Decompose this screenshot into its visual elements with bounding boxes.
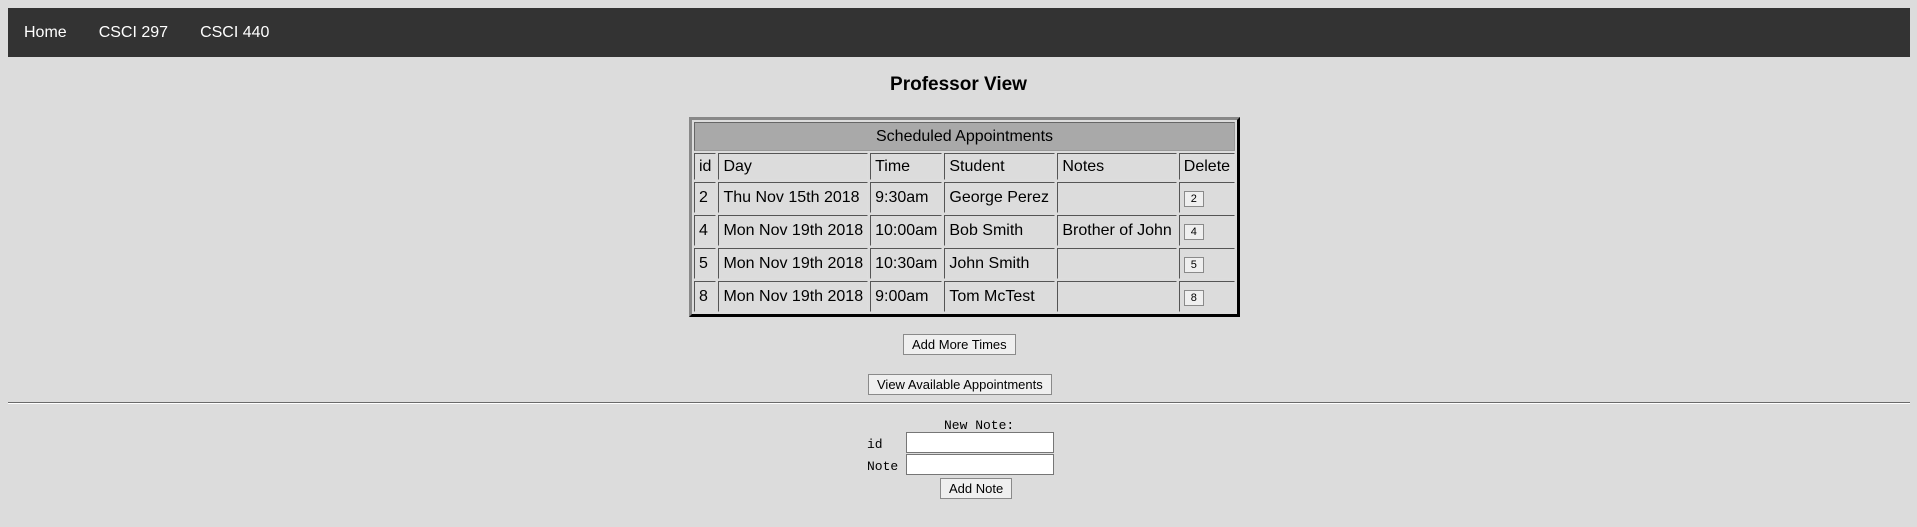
cell-time: 10:30am	[870, 248, 943, 279]
add-note-button[interactable]: Add Note	[940, 478, 1013, 499]
cell-time: 9:00am	[870, 281, 943, 312]
delete-button[interactable]: 4	[1183, 223, 1204, 240]
cell-id: 2	[694, 182, 717, 213]
add-more-times-button[interactable]: Add More Times	[903, 334, 1016, 355]
cell-student: John Smith	[944, 248, 1056, 279]
header-student: Student	[944, 153, 1056, 180]
table-caption: Scheduled Appointments	[694, 122, 1236, 151]
header-delete: Delete	[1178, 153, 1236, 180]
table-row: 4 Mon Nov 19th 2018 10:00am Bob Smith Br…	[694, 215, 1236, 246]
top-navbar: Home CSCI 297 CSCI 440	[8, 8, 1910, 57]
note-id-input[interactable]	[906, 432, 1054, 453]
table-row: 2 Thu Nov 15th 2018 9:30am George Perez …	[694, 182, 1236, 213]
cell-delete: 4	[1178, 215, 1236, 246]
cell-time: 10:00am	[870, 215, 943, 246]
cell-notes: Brother of John	[1057, 215, 1177, 246]
cell-id: 5	[694, 248, 717, 279]
cell-student: Tom McTest	[944, 281, 1056, 312]
cell-delete: 5	[1178, 248, 1236, 279]
view-available-appointments-button[interactable]: View Available Appointments	[868, 374, 1052, 395]
nav-csci-297-link[interactable]: CSCI 297	[83, 8, 184, 57]
cell-day: Mon Nov 19th 2018	[718, 281, 869, 312]
note-text-input[interactable]	[906, 454, 1054, 475]
header-notes: Notes	[1057, 153, 1177, 180]
cell-delete: 2	[1178, 182, 1236, 213]
table-row: 5 Mon Nov 19th 2018 10:30am John Smith 5	[694, 248, 1236, 279]
note-label: Note	[867, 459, 899, 474]
cell-day: Thu Nov 15th 2018	[718, 182, 869, 213]
header-time: Time	[870, 153, 943, 180]
id-label: id	[867, 437, 883, 452]
header-id: id	[694, 153, 717, 180]
delete-button[interactable]: 8	[1183, 289, 1204, 306]
nav-home-link[interactable]: Home	[8, 8, 83, 57]
appointments-table: Scheduled Appointments id Day Time Stude…	[689, 117, 1241, 317]
table-header-row: id Day Time Student Notes Delete	[694, 153, 1236, 180]
divider	[8, 402, 1910, 404]
delete-button[interactable]: 2	[1183, 190, 1204, 207]
header-day: Day	[718, 153, 869, 180]
cell-notes	[1057, 281, 1177, 312]
cell-time: 9:30am	[870, 182, 943, 213]
new-note-title: New Note:	[944, 418, 1015, 433]
cell-delete: 8	[1178, 281, 1236, 312]
cell-day: Mon Nov 19th 2018	[718, 215, 869, 246]
cell-student: George Perez	[944, 182, 1056, 213]
cell-id: 8	[694, 281, 717, 312]
nav-csci-440-link[interactable]: CSCI 440	[184, 8, 285, 57]
cell-notes	[1057, 182, 1177, 213]
delete-button[interactable]: 5	[1183, 256, 1204, 273]
cell-notes	[1057, 248, 1177, 279]
cell-id: 4	[694, 215, 717, 246]
cell-day: Mon Nov 19th 2018	[718, 248, 869, 279]
page-title: Professor View	[890, 74, 1027, 95]
cell-student: Bob Smith	[944, 215, 1056, 246]
table-row: 8 Mon Nov 19th 2018 9:00am Tom McTest 8	[694, 281, 1236, 312]
